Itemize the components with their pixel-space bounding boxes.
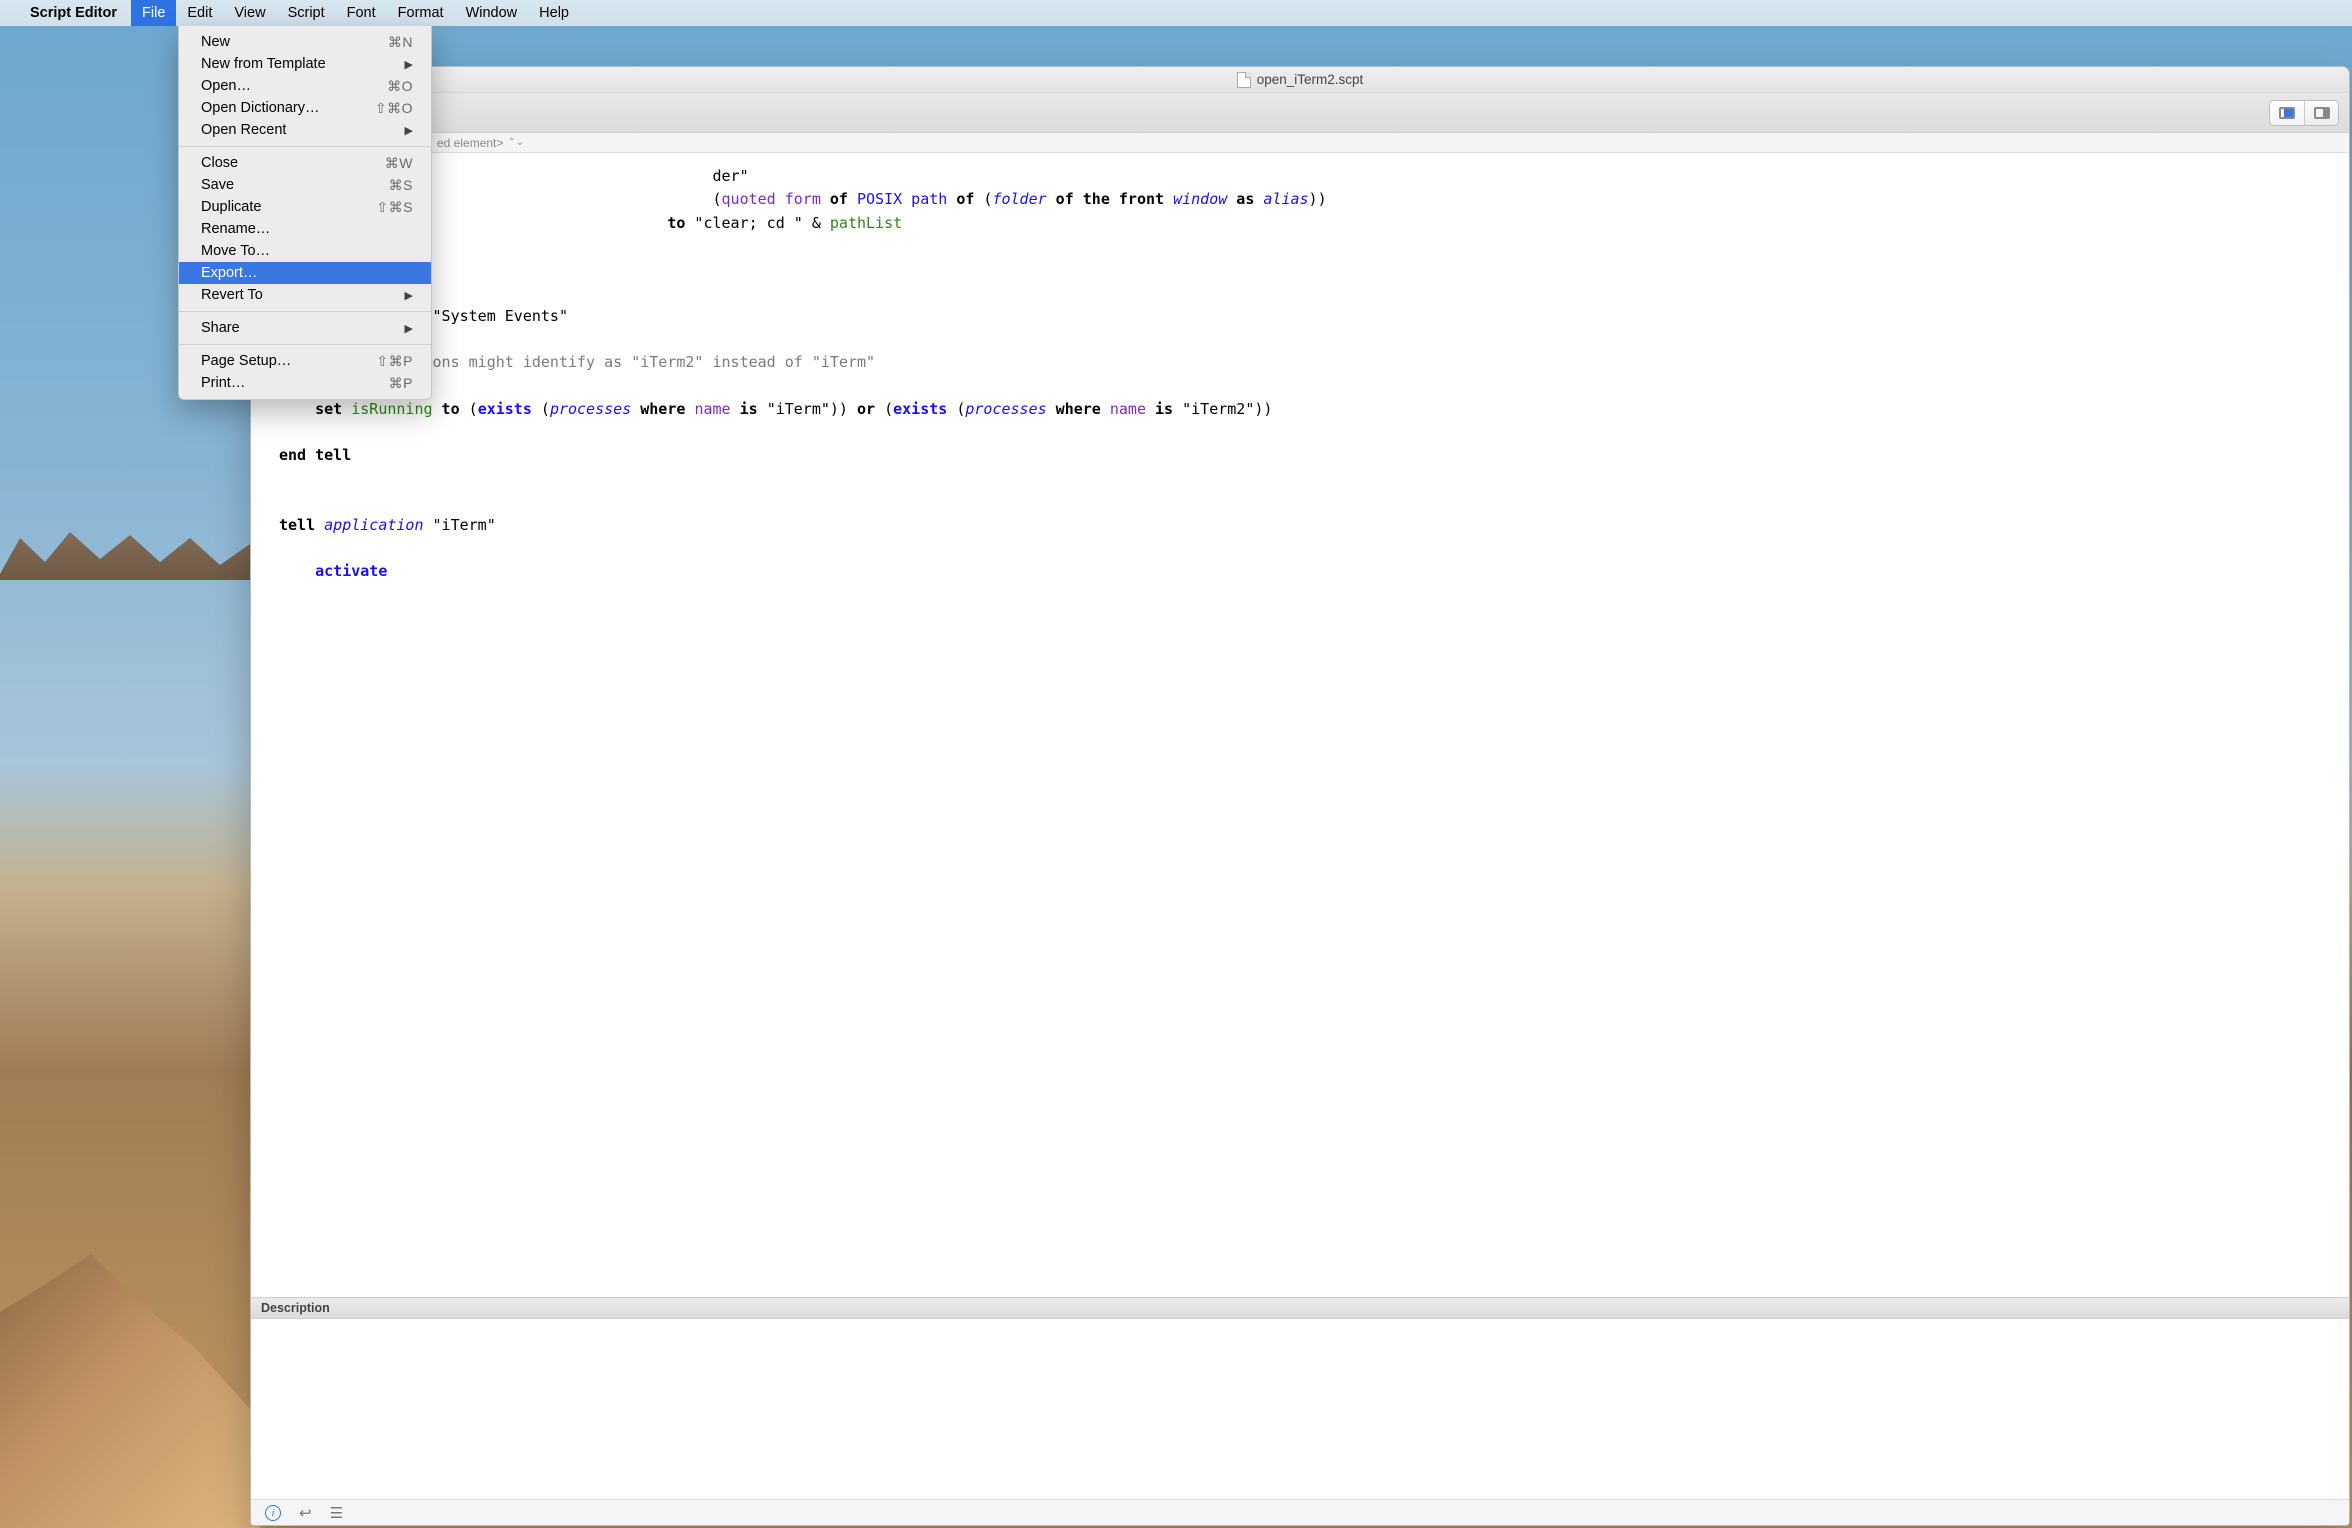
file-menu-item-close[interactable]: Close ⌘W — [179, 152, 431, 174]
script-editor-area[interactable]: der" (quoted form of POSIX path of (fold… — [251, 153, 2349, 1297]
menu-item-label: Page Setup… — [201, 353, 291, 369]
file-menu-item-open-recent[interactable]: Open Recent ▶ — [179, 119, 431, 141]
menu-item-shortcut: ⇧⌘S — [376, 199, 413, 216]
menu-item-label: Revert To — [201, 287, 263, 303]
menu-view[interactable]: View — [223, 0, 276, 26]
menu-item-shortcut: ⌘S — [389, 177, 413, 194]
menu-item-label: Share — [201, 320, 240, 336]
submenu-arrow-icon: ▶ — [405, 322, 413, 335]
system-menubar: Script Editor File Edit View Script Font… — [0, 0, 2352, 26]
menu-item-label: Save — [201, 177, 234, 193]
window-titlebar[interactable]: open_iTerm2.scpt — [251, 67, 2349, 93]
submenu-arrow-icon: ▶ — [405, 58, 413, 71]
menu-item-label: Duplicate — [201, 199, 261, 215]
submenu-arrow-icon: ▶ — [405, 124, 413, 137]
file-menu-item-open[interactable]: Open… ⌘O — [179, 75, 431, 97]
description-body[interactable] — [251, 1319, 2349, 1499]
menu-script[interactable]: Script — [277, 0, 336, 26]
script-editor-window: open_iTerm2.scpt ed element> ⌃⌄ der" — [250, 66, 2350, 1526]
document-icon — [1237, 72, 1251, 88]
menu-item-label: New from Template — [201, 56, 326, 72]
navigation-bar[interactable]: ed element> ⌃⌄ — [251, 133, 2349, 153]
wallpaper-dune — [0, 1168, 260, 1528]
panel-main-button[interactable] — [2270, 101, 2304, 125]
menu-item-label: Close — [201, 155, 238, 171]
menu-file[interactable]: File — [131, 0, 176, 26]
app-name[interactable]: Script Editor — [30, 5, 117, 21]
file-menu-item-share[interactable]: Share ▶ — [179, 317, 431, 339]
menu-font[interactable]: Font — [336, 0, 387, 26]
description-header[interactable]: Description — [251, 1297, 2349, 1319]
file-menu-item-print[interactable]: Print… ⌘P — [179, 372, 431, 394]
window-toolbar — [251, 93, 2349, 133]
file-menu-item-rename[interactable]: Rename… — [179, 218, 431, 240]
menu-item-label: Print… — [201, 375, 245, 391]
file-menu-item-move-to[interactable]: Move To… — [179, 240, 431, 262]
file-menu-dropdown: New ⌘N New from Template ▶ Open… ⌘O Open Dicti… — [178, 26, 432, 400]
return-icon[interactable]: ↩ — [299, 1504, 312, 1522]
list-icon[interactable]: ☰ — [330, 1504, 343, 1522]
panel-view-segment — [2269, 100, 2339, 126]
window-statusbar: i ↩ ☰ — [251, 1499, 2349, 1525]
menu-separator — [179, 311, 431, 312]
wallpaper-mountains — [0, 520, 250, 580]
menu-separator — [179, 146, 431, 147]
menu-item-label: Open Recent — [201, 122, 286, 138]
stepper-icon[interactable]: ⌃⌄ — [507, 137, 524, 148]
menu-window[interactable]: Window — [455, 0, 529, 26]
file-menu-item-page-setup[interactable]: Page Setup… ⇧⌘P — [179, 350, 431, 372]
window-title: open_iTerm2.scpt — [1257, 72, 1364, 87]
menu-separator — [179, 344, 431, 345]
file-menu-item-open-dictionary[interactable]: Open Dictionary… ⇧⌘O — [179, 97, 431, 119]
nav-element-hint: ed element> — [437, 136, 503, 150]
menu-item-label: Rename… — [201, 221, 270, 237]
file-menu-item-new-from-template[interactable]: New from Template ▶ — [179, 53, 431, 75]
menu-item-label: Export… — [201, 265, 257, 281]
info-icon[interactable]: i — [265, 1505, 281, 1521]
menu-item-shortcut: ⇧⌘O — [375, 100, 413, 117]
menu-item-label: Open Dictionary… — [201, 100, 319, 116]
menu-item-label: Move To… — [201, 243, 270, 259]
panel-side-button[interactable] — [2304, 101, 2338, 125]
file-menu-item-duplicate[interactable]: Duplicate ⇧⌘S — [179, 196, 431, 218]
menu-item-label: Open… — [201, 78, 251, 94]
file-menu-item-export[interactable]: Export… — [179, 262, 431, 284]
menu-item-shortcut: ⌘W — [385, 155, 413, 172]
menu-item-shortcut: ⇧⌘P — [376, 353, 413, 370]
file-menu-item-revert-to[interactable]: Revert To ▶ — [179, 284, 431, 306]
menu-help[interactable]: Help — [528, 0, 580, 26]
menu-edit[interactable]: Edit — [176, 0, 223, 26]
submenu-arrow-icon: ▶ — [405, 289, 413, 302]
file-menu-item-save[interactable]: Save ⌘S — [179, 174, 431, 196]
menu-item-shortcut: ⌘N — [388, 34, 413, 51]
file-menu-item-new[interactable]: New ⌘N — [179, 31, 431, 53]
menu-item-label: New — [201, 34, 230, 50]
menu-item-shortcut: ⌘O — [387, 78, 413, 95]
menu-format[interactable]: Format — [387, 0, 455, 26]
menu-item-shortcut: ⌘P — [389, 375, 413, 392]
